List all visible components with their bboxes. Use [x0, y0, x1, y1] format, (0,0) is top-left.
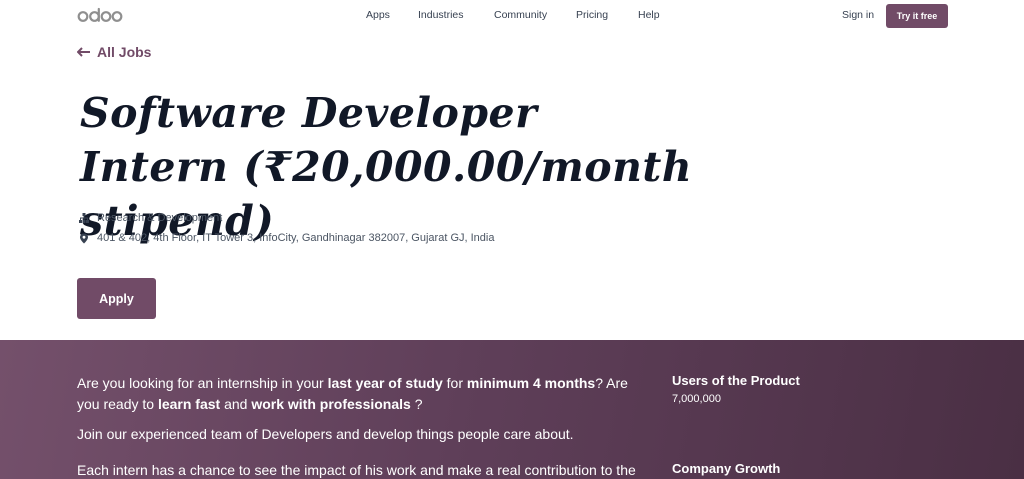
stat-users-label: Users of the Product	[672, 373, 800, 388]
sign-in-link[interactable]: Sign in	[842, 9, 874, 21]
sitemap-icon	[79, 213, 89, 223]
map-marker-icon	[80, 233, 88, 243]
description-paragraph-1: Are you looking for an internship in you…	[77, 373, 652, 415]
all-jobs-label: All Jobs	[97, 44, 152, 60]
all-jobs-link[interactable]: All Jobs	[77, 44, 151, 60]
desc-text: for	[442, 375, 467, 391]
address-row: 401 & 402, 4th Floor, IT Tower 3, InfoCi…	[79, 232, 494, 244]
arrow-left-icon	[77, 47, 90, 57]
apply-button[interactable]: Apply	[77, 278, 156, 319]
desc-bold: last year of study	[327, 375, 443, 391]
stat-users-value: 7,000,000	[672, 393, 721, 405]
desc-bold: work with professionals	[251, 396, 411, 412]
desc-text: Are you looking for an internship in you…	[77, 375, 328, 391]
department-label: Research & Development	[97, 212, 223, 224]
nav-industries[interactable]: Industries	[418, 9, 464, 21]
desc-text: and	[220, 396, 252, 412]
department-row: Research & Development	[79, 212, 222, 224]
nav-community[interactable]: Community	[494, 9, 547, 21]
stat-growth-label: Company Growth	[672, 461, 781, 476]
desc-text: ?	[410, 396, 423, 412]
nav-help[interactable]: Help	[638, 9, 660, 21]
description-paragraph-3: Each intern has a chance to see the impa…	[77, 462, 636, 478]
top-navbar: odoo Apps Industries Community Pricing H…	[0, 0, 1024, 32]
address-label: 401 & 402, 4th Floor, IT Tower 3, InfoCi…	[97, 232, 495, 244]
job-description-section: Are you looking for an internship in you…	[0, 340, 1024, 479]
desc-bold: learn fast	[157, 396, 221, 412]
nav-pricing[interactable]: Pricing	[576, 9, 608, 21]
desc-bold: minimum 4 months	[466, 375, 596, 391]
nav-apps[interactable]: Apps	[366, 9, 390, 21]
try-it-free-button[interactable]: Try it free	[886, 4, 948, 28]
description-paragraph-2: Join our experienced team of Developers …	[77, 426, 574, 442]
